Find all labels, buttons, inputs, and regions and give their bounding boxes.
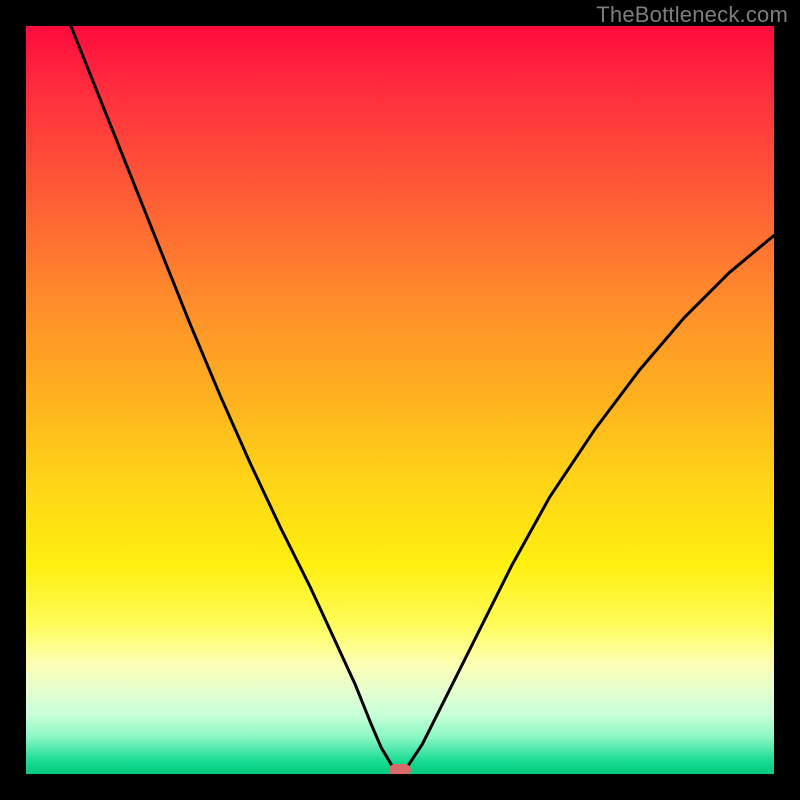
bottleneck-curve <box>26 26 774 774</box>
watermark-text: TheBottleneck.com <box>596 2 788 28</box>
plot-area <box>26 26 774 774</box>
chart-frame: TheBottleneck.com <box>0 0 800 800</box>
minimum-marker <box>389 764 411 774</box>
